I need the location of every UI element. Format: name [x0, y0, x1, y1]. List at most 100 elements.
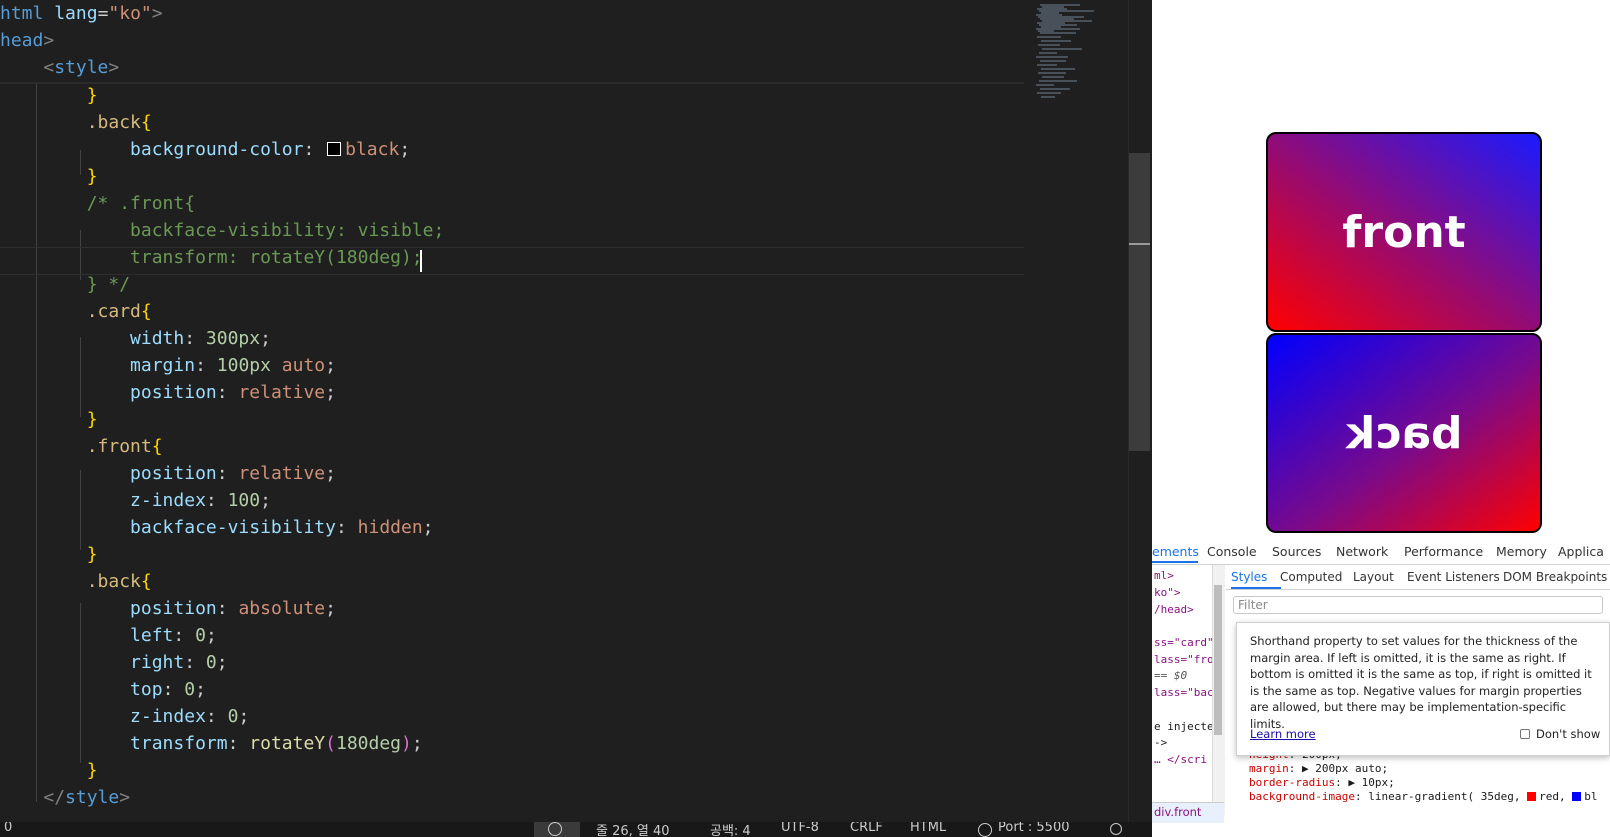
subtab-layout[interactable]: Layout	[1353, 570, 1394, 584]
dont-show-checkbox[interactable]	[1520, 729, 1530, 739]
code-line[interactable]: <style>	[0, 54, 119, 81]
dom-node[interactable]: … </scri	[1154, 753, 1207, 766]
code-line[interactable]: html lang="ko">	[0, 0, 163, 27]
code-token: position	[130, 382, 217, 403]
minimap-line	[1041, 96, 1055, 98]
dom-node[interactable]: lass="fro	[1154, 653, 1214, 666]
styles-filter-input[interactable]: Filter	[1233, 596, 1603, 614]
code-line[interactable]: .back{	[0, 568, 152, 595]
dom-node[interactable]: /head>	[1154, 603, 1194, 616]
dont-show-label: Don't show	[1536, 727, 1601, 741]
code-line[interactable]: position: relative;	[0, 379, 336, 406]
code-token: black	[345, 139, 400, 160]
minimap-line	[1042, 48, 1082, 50]
code-token: :	[205, 490, 228, 511]
dom-node[interactable]: ko">	[1154, 586, 1181, 599]
dom-node[interactable]: lass="bac	[1154, 686, 1214, 699]
dom-scrollbar-thumb[interactable]	[1214, 585, 1222, 735]
status-language[interactable]: HTML	[910, 822, 946, 835]
breadcrumb-selected-node[interactable]: div.front	[1154, 805, 1201, 819]
css-declaration[interactable]: background-image: linear-gradient( 35deg…	[1249, 790, 1598, 803]
color-swatch[interactable]	[327, 142, 342, 156]
dom-tree[interactable]: ml> ko"> /head> ss="card" lass="fro == $…	[1152, 565, 1214, 837]
status-eol[interactable]: CRLF	[850, 822, 883, 835]
code-line[interactable]: left: 0;	[0, 622, 217, 649]
code-line[interactable]: position: absolute;	[0, 595, 336, 622]
tab-network[interactable]: Network	[1336, 544, 1388, 559]
color-swatch-red[interactable]	[1527, 792, 1537, 801]
subtab-event-listeners[interactable]: Event Listeners	[1407, 570, 1500, 584]
code-line[interactable]: position: relative;	[0, 460, 336, 487]
css-declaration[interactable]: border-radius: ▶ 10px;	[1249, 776, 1395, 789]
css-declaration[interactable]: margin: ▶ 200px auto;	[1249, 762, 1388, 775]
tab-console[interactable]: Console	[1207, 544, 1257, 559]
code-line[interactable]: }	[0, 757, 98, 784]
code-line[interactable]: .front{	[0, 433, 163, 460]
code-line[interactable]: z-index: 100;	[0, 487, 271, 514]
dom-breadcrumb[interactable]: div.front	[1152, 802, 1224, 823]
dom-node[interactable]: ss="card"	[1154, 636, 1214, 649]
code-token: >	[151, 3, 163, 24]
code-token: margin	[130, 355, 196, 376]
code-line[interactable]: .card{	[0, 298, 152, 325]
code-line[interactable]: width: 300px;	[0, 325, 271, 352]
code-line[interactable]: head>	[0, 27, 54, 54]
minimap-line	[1040, 60, 1066, 62]
css-gradient-stop: bl	[1584, 790, 1598, 803]
code-line[interactable]: transform: rotateY(180deg);	[0, 244, 423, 271]
code-line[interactable]: background-color: black;	[0, 136, 410, 163]
code-line[interactable]: right: 0;	[0, 649, 228, 676]
code-token: html	[0, 3, 44, 24]
color-swatch-blue[interactable]	[1572, 792, 1582, 801]
editor-scrollbar-thumb[interactable]	[1129, 153, 1150, 451]
tab-performance[interactable]: Performance	[1404, 544, 1483, 559]
dom-node[interactable]: ->	[1154, 736, 1167, 749]
subtab-computed[interactable]: Computed	[1280, 570, 1342, 584]
code-line[interactable]: backface-visibility: hidden;	[0, 514, 433, 541]
code-editor[interactable]: html lang="ko"> head> <style> } .back{ ba…	[0, 0, 1152, 822]
code-line[interactable]: </style>	[0, 784, 130, 811]
code-token: }	[86, 85, 98, 106]
tab-memory[interactable]: Memory	[1496, 544, 1547, 559]
code-line[interactable]: z-index: 0;	[0, 703, 249, 730]
status-live-server-port[interactable]: Port : 5500	[998, 822, 1070, 835]
code-line[interactable]: transform: rotateY(180deg);	[0, 730, 423, 757]
dom-node[interactable]: ml>	[1154, 569, 1174, 582]
css-prop-value: ▶ 200px auto;	[1295, 762, 1389, 775]
code-line[interactable]: top: 0;	[0, 676, 206, 703]
status-encoding[interactable]: UTF-8	[781, 822, 819, 835]
status-problems[interactable]: 0	[4, 822, 12, 835]
code-line[interactable]: .back{	[0, 109, 152, 136]
tab-application[interactable]: Applica	[1558, 544, 1604, 559]
bell-icon[interactable]	[1110, 823, 1122, 835]
learn-more-link[interactable]: Learn more	[1250, 726, 1316, 743]
tab-elements[interactable]: ements	[1152, 544, 1199, 559]
code-line[interactable]: /* .front{	[0, 190, 195, 217]
code-token: 0	[205, 652, 217, 673]
code-line[interactable]: } */	[0, 271, 130, 298]
code-line[interactable]: margin: 100px auto;	[0, 352, 336, 379]
code-token: absolute	[238, 598, 326, 619]
subtab-dom-breakpoints[interactable]: DOM Breakpoints	[1503, 570, 1607, 584]
tab-sources[interactable]: Sources	[1272, 544, 1321, 559]
minimap-line	[1036, 56, 1068, 58]
code-line[interactable]: }	[0, 82, 98, 109]
code-line[interactable]: }	[0, 406, 98, 433]
code-line[interactable]: }	[0, 163, 98, 190]
code-token: ;	[216, 652, 228, 673]
subtab-styles[interactable]: Styles	[1231, 570, 1267, 584]
dom-node[interactable]: e injecte	[1154, 720, 1214, 733]
status-indent[interactable]: 공백: 4	[710, 822, 751, 837]
code-token: auto	[281, 355, 326, 376]
code-line[interactable]: }	[0, 541, 98, 568]
minimap[interactable]	[1030, 0, 1140, 110]
status-cursor-position[interactable]: 줄 26, 열 40	[596, 822, 670, 837]
minimap-line	[1042, 76, 1064, 78]
code-line[interactable]: backface-visibility: visible;	[0, 217, 444, 244]
code-token: top	[130, 679, 163, 700]
